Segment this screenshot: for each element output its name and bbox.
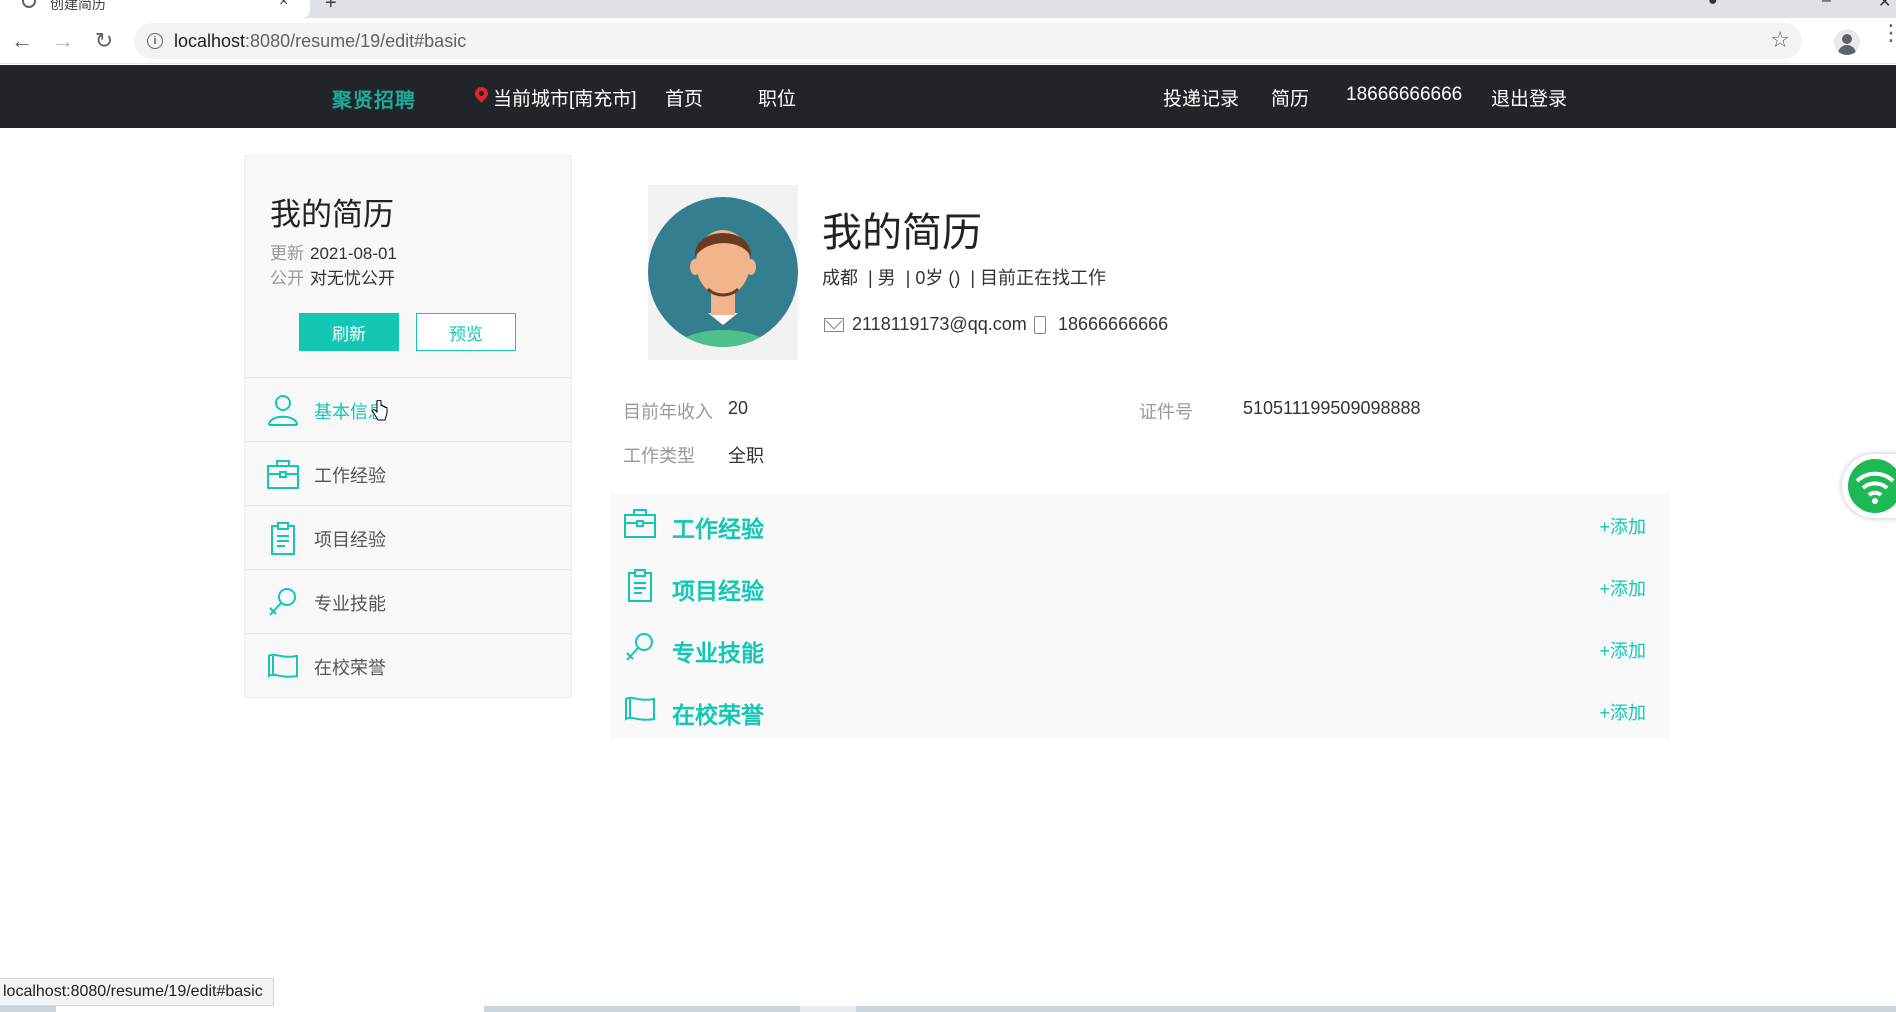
- avatar[interactable]: [648, 185, 798, 360]
- browser-toolbar: ← → ↻ i localhost:8080/resume/19/edit#ba…: [0, 18, 1896, 64]
- site-logo[interactable]: 聚贤招聘: [332, 84, 416, 113]
- sidebar-item-project-experience[interactable]: 项目经验: [245, 505, 571, 569]
- nav-logout-link[interactable]: 退出登录: [1491, 84, 1567, 111]
- hand-cursor-icon: [372, 400, 388, 421]
- loading-icon: [22, 0, 36, 8]
- public-row: 公开 对无忧公开: [270, 264, 395, 289]
- nav-phone-link[interactable]: 18666666666: [1346, 84, 1462, 106]
- update-label: 更新: [270, 244, 304, 263]
- browser-tabstrip: 创建简历 × + ● – ✕: [0, 0, 1896, 18]
- floating-network-widget[interactable]: [1842, 454, 1896, 518]
- worktype-value: 全职: [728, 446, 764, 466]
- account-circle-icon[interactable]: ●: [1708, 0, 1718, 10]
- email-text: 2118119173@qq.com: [852, 314, 1027, 334]
- update-value: 2021-08-01: [310, 244, 397, 263]
- back-icon[interactable]: ←: [8, 27, 36, 55]
- nav-jobs-link[interactable]: 职位: [758, 84, 796, 111]
- add-honor-link[interactable]: +添加: [1599, 699, 1646, 725]
- window-close-icon[interactable]: ✕: [1878, 0, 1891, 12]
- browser-menu-icon[interactable]: ⋮: [1880, 22, 1896, 44]
- sidebar-item-work-experience[interactable]: 工作经验: [245, 441, 571, 505]
- resume-sections: 工作经验 +添加 项目经验 +添加 专业技能 +添加 在校荣誉 +添加: [610, 493, 1670, 739]
- url-host: localhost: [174, 31, 246, 51]
- minimize-icon[interactable]: –: [1822, 0, 1831, 10]
- add-project-experience-link[interactable]: +添加: [1599, 575, 1646, 601]
- nav-records-link[interactable]: 投递记录: [1163, 84, 1239, 111]
- section-work-experience: 工作经验 +添加: [610, 493, 1670, 555]
- sidebar-item-label: 项目经验: [314, 530, 386, 550]
- public-value: 对无忧公开: [310, 269, 395, 288]
- briefcase-icon: [267, 460, 299, 489]
- taskbar-strip: [0, 1006, 1896, 1012]
- avatar-image: [648, 197, 798, 347]
- section-project-experience: 项目经验 +添加: [610, 555, 1670, 617]
- reload-icon[interactable]: ↻: [90, 27, 118, 55]
- current-city-link[interactable]: 当前城市[南充市]: [493, 84, 637, 111]
- sidebar-item-honors[interactable]: 在校荣誉: [245, 633, 571, 697]
- public-label: 公开: [270, 269, 304, 288]
- resume-title: 我的简历: [822, 211, 982, 255]
- income-value: 20: [728, 398, 749, 418]
- clipboard-icon: [271, 522, 295, 555]
- sidebar-item-label: 在校荣誉: [314, 658, 386, 678]
- mail-icon: [824, 318, 844, 332]
- add-skill-link[interactable]: +添加: [1599, 637, 1646, 663]
- magnifier-icon: [269, 588, 296, 616]
- site-info-icon[interactable]: i: [147, 33, 163, 49]
- nav-home-link[interactable]: 首页: [665, 84, 703, 111]
- sidebar-item-basic-info[interactable]: 基本信息: [245, 377, 571, 441]
- scroll-icon: [625, 696, 655, 721]
- clipboard-icon: [628, 569, 652, 602]
- browser-status-bar: localhost:8080/resume/19/edit#basic: [0, 978, 274, 1006]
- sidebar-title: 我的简历: [270, 197, 394, 232]
- section-title: 在校荣誉: [672, 702, 764, 728]
- scroll-icon: [268, 653, 298, 678]
- preview-button[interactable]: 预览: [416, 313, 516, 351]
- wifi-icon: [1848, 459, 1896, 513]
- url-text[interactable]: localhost:8080/resume/19/edit#basic: [174, 31, 466, 52]
- taskbar-segment: [800, 1006, 856, 1012]
- location-pin-icon: [472, 84, 491, 103]
- magnifier-icon: [626, 633, 653, 661]
- briefcase-icon: [624, 509, 656, 538]
- taskbar-segment: [56, 1006, 484, 1012]
- phone-icon: [1034, 316, 1046, 334]
- profile-icon[interactable]: [1834, 29, 1860, 55]
- browser-tab[interactable]: 创建简历 ×: [0, 0, 310, 18]
- address-bar[interactable]: i localhost:8080/resume/19/edit#basic ☆: [134, 23, 1802, 59]
- phone-text: 18666666666: [1058, 314, 1169, 334]
- sidebar-item-label: 专业技能: [314, 594, 386, 614]
- id-label: 证件号: [1139, 402, 1193, 422]
- resume-sidebar: 我的简历 更新 2021-08-01 公开 对无忧公开 刷新 预览 基本信息 工作经…: [244, 155, 572, 698]
- add-work-experience-link[interactable]: +添加: [1599, 513, 1646, 539]
- sidebar-item-skills[interactable]: 专业技能: [245, 569, 571, 633]
- section-honors: 在校荣誉 +添加: [610, 679, 1670, 741]
- tab-close-icon[interactable]: ×: [279, 0, 288, 11]
- section-title: 工作经验: [672, 516, 764, 542]
- section-title: 专业技能: [672, 640, 764, 666]
- forward-icon[interactable]: →: [49, 27, 77, 55]
- site-navbar: 聚贤招聘 当前城市[南充市] 首页 职位 投递记录 简历 18666666666…: [0, 65, 1896, 128]
- update-date-row: 更新 2021-08-01: [270, 239, 397, 264]
- worktype-label: 工作类型: [623, 446, 695, 466]
- income-label: 目前年收入: [623, 402, 713, 422]
- tab-title: 创建简历: [50, 0, 106, 12]
- resume-summary: 成都 | 男 | 0岁 () | 目前正在找工作: [822, 268, 1107, 288]
- section-skills: 专业技能 +添加: [610, 617, 1670, 679]
- sidebar-item-label: 工作经验: [314, 466, 386, 486]
- url-path: :8080/resume/19/edit#basic: [245, 31, 467, 51]
- user-icon: [268, 395, 298, 426]
- refresh-button[interactable]: 刷新: [299, 313, 399, 351]
- id-value: 510511199509098888: [1243, 398, 1421, 418]
- section-title: 项目经验: [672, 578, 764, 604]
- bookmark-star-icon[interactable]: ☆: [1770, 27, 1790, 53]
- new-tab-icon[interactable]: +: [325, 0, 337, 15]
- nav-resume-link[interactable]: 简历: [1271, 84, 1309, 111]
